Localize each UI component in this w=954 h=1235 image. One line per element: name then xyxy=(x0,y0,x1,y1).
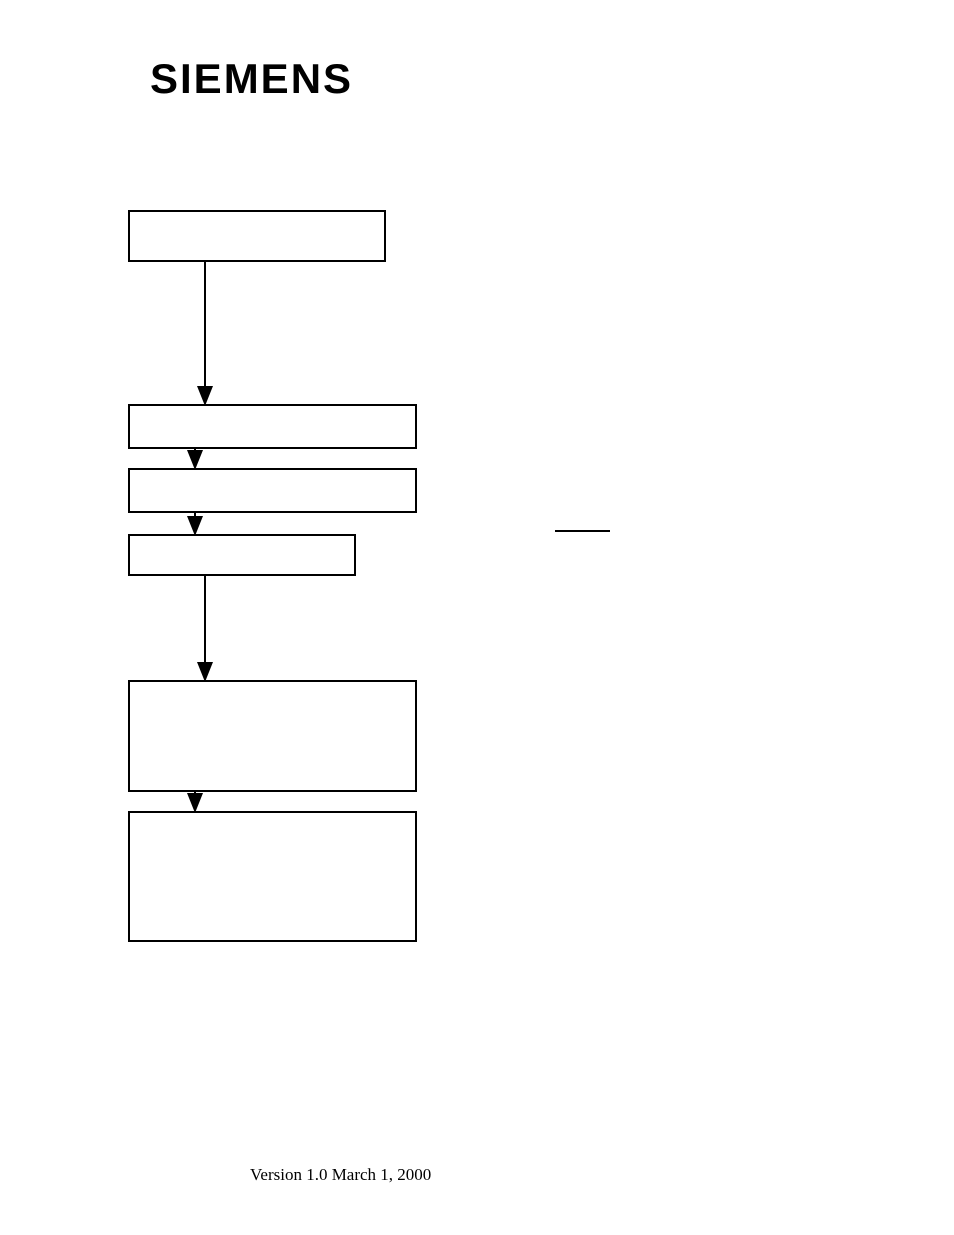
arrows-layer xyxy=(0,0,954,1235)
flowchart-diagram xyxy=(0,0,954,1235)
footer-version: Version 1.0 March 1, 2000 xyxy=(250,1165,431,1185)
page: SIEMENS Versi xyxy=(0,0,954,1235)
